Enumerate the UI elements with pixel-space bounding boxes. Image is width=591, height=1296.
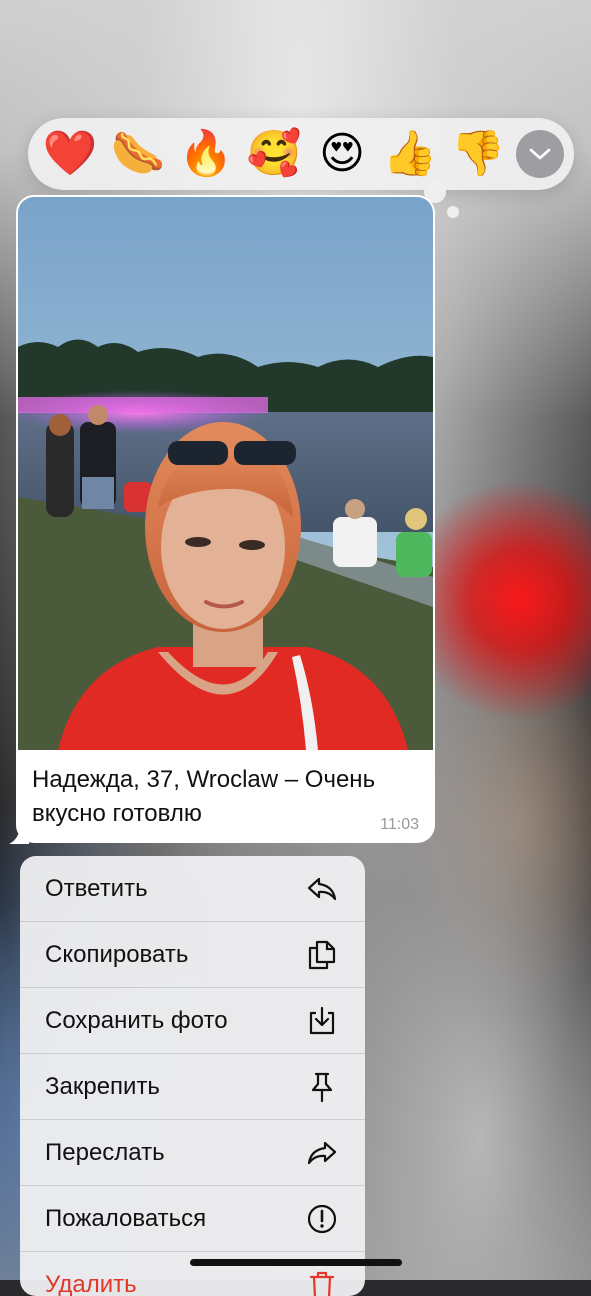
save-photo-icon [309, 1006, 335, 1035]
menu-item-save-photo[interactable]: Сохранить фото [20, 988, 365, 1054]
reaction-thumbs-up[interactable]: 👍 [376, 120, 444, 188]
menu-item-forward[interactable]: Переслать [20, 1120, 365, 1186]
report-icon [307, 1204, 337, 1234]
home-indicator[interactable] [190, 1259, 402, 1266]
menu-item-label: Скопировать [45, 941, 189, 968]
menu-item-copy[interactable]: Скопировать [20, 922, 365, 988]
menu-item-label: Закрепить [45, 1073, 160, 1100]
more-reactions-button[interactable] [516, 130, 564, 178]
reaction-fire[interactable]: 🔥 [172, 120, 240, 188]
reaction-smiling-face-with-hearts[interactable]: 🥰 [240, 120, 308, 188]
message-time: 11:03 [380, 816, 419, 833]
reaction-bar: ❤️ 🌭 🔥 🥰 😍 👍 👎 [28, 118, 574, 190]
forward-icon [307, 1141, 337, 1165]
menu-item-label: Удалить [45, 1271, 137, 1296]
pin-icon [311, 1072, 333, 1103]
reaction-thumbs-down[interactable]: 👎 [444, 120, 512, 188]
copy-icon [308, 940, 336, 970]
menu-item-label: Сохранить фото [45, 1007, 228, 1034]
reply-icon [307, 877, 337, 901]
menu-item-report[interactable]: Пожаловаться [20, 1186, 365, 1252]
message-photo[interactable] [18, 197, 433, 750]
trash-icon [309, 1271, 335, 1296]
menu-item-reply[interactable]: Ответить [20, 856, 365, 922]
reaction-hot-dog[interactable]: 🌭 [104, 120, 172, 188]
menu-item-pin[interactable]: Закрепить [20, 1054, 365, 1120]
menu-item-label: Переслать [45, 1139, 165, 1166]
context-menu: Ответить Скопировать Сохранить фото Закр… [20, 856, 365, 1296]
menu-item-label: Пожаловаться [45, 1205, 207, 1232]
message-bubble[interactable]: Надежда, 37, Wroclaw – Очень вкусно гото… [16, 195, 435, 843]
chevron-down-icon [529, 148, 551, 160]
message-caption: Надежда, 37, Wroclaw – Очень вкусно гото… [32, 766, 376, 827]
reaction-heart-eyes[interactable]: 😍 [308, 120, 376, 188]
reaction-red-heart[interactable]: ❤️ [36, 120, 104, 188]
selfie-photo-icon [18, 197, 433, 750]
reaction-bubble-dot-small [447, 206, 459, 218]
menu-item-label: Ответить [45, 875, 148, 902]
